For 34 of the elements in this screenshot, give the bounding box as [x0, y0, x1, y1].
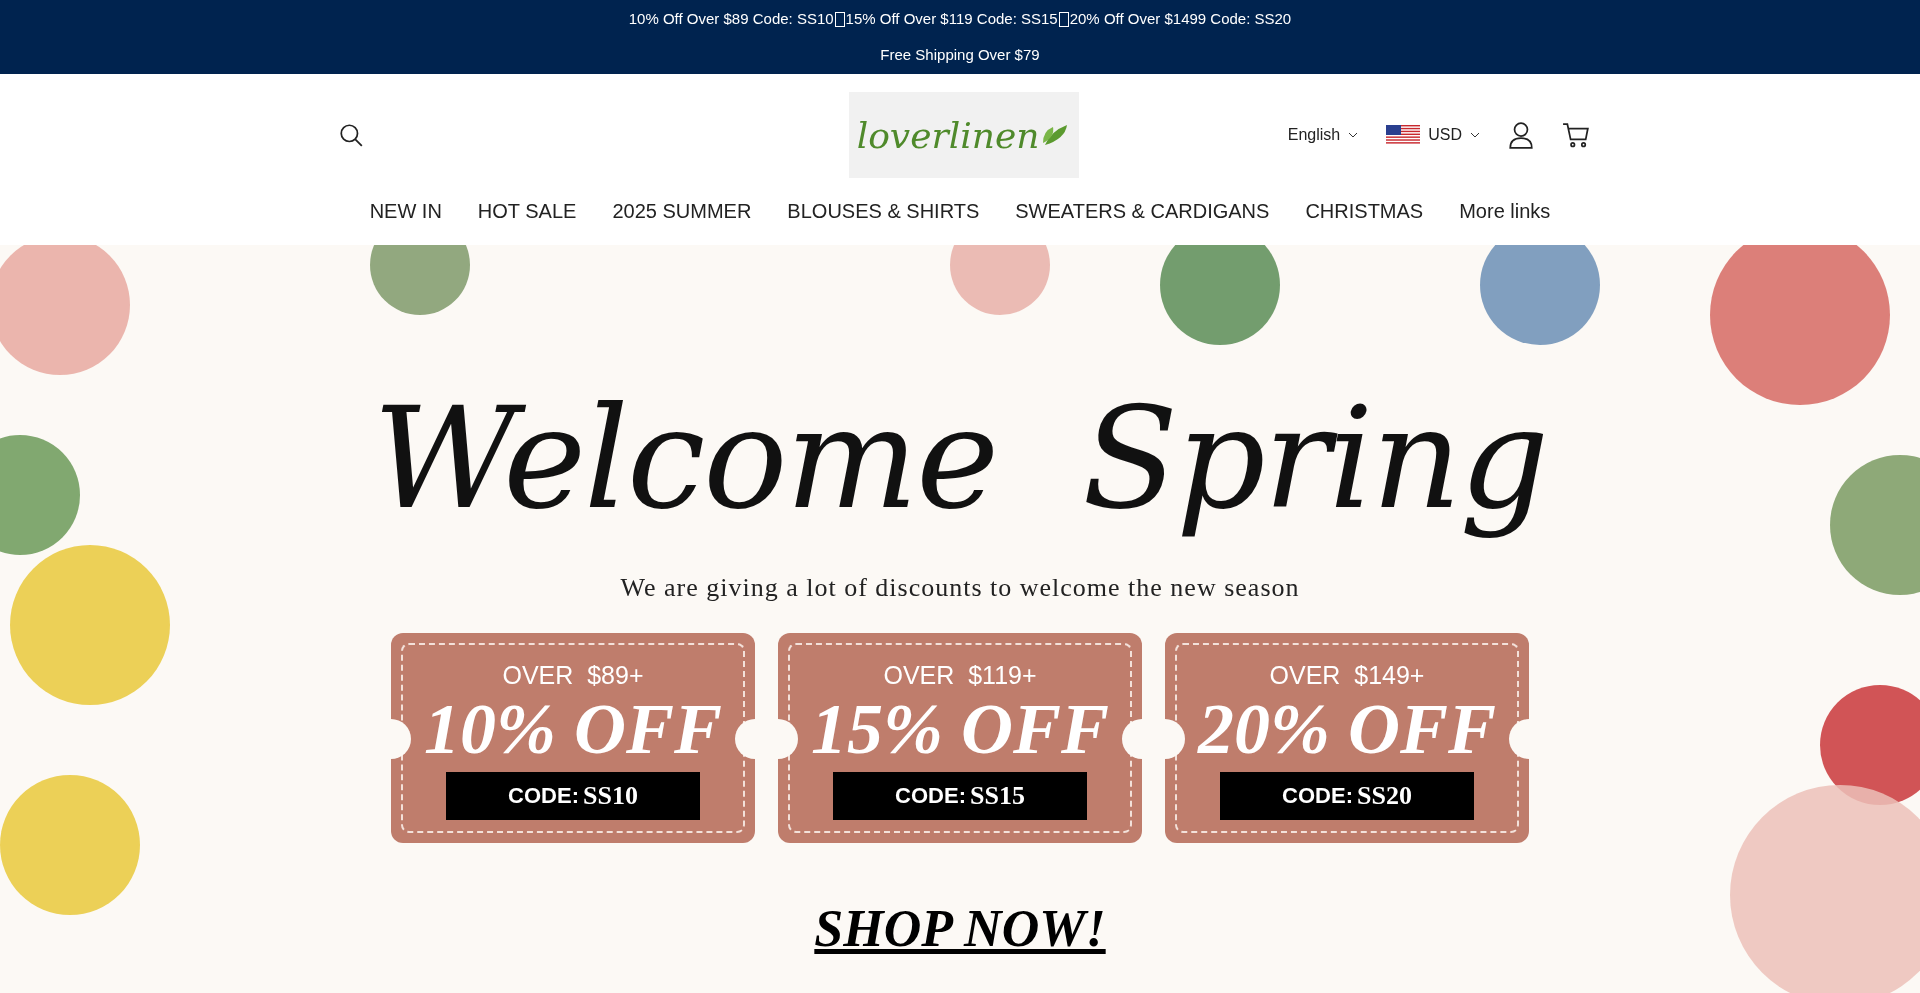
shop-now-link[interactable]: SHOP NOW! — [814, 899, 1106, 958]
chevron-icon — [1470, 132, 1480, 138]
nav-link[interactable]: NEW IN — [369, 200, 442, 223]
coupon-code: CODE:SS10 — [446, 772, 700, 820]
banner-title: Welcome Spring — [372, 376, 1548, 542]
separator-icon — [1058, 11, 1069, 27]
coupon-threshold: OVER $89+ — [502, 661, 644, 690]
nav-link[interactable]: CHRISTMAS — [1305, 200, 1424, 223]
flag-icon — [1386, 125, 1421, 145]
coupon-threshold: OVER $149+ — [1269, 661, 1425, 690]
coupon-threshold: OVER $119+ — [883, 661, 1037, 690]
account-icon[interactable] — [1508, 121, 1534, 149]
chevron-icon — [1348, 132, 1359, 138]
language-selector[interactable]: English — [1287, 126, 1359, 144]
cart-icon[interactable] — [1562, 122, 1590, 148]
nav-link[interactable]: More links — [1459, 200, 1551, 223]
banner-subtitle: We are giving a lot of discounts to welcome the new season — [620, 573, 1300, 603]
nav-link[interactable]: SWEATERS & CARDIGANS — [1015, 200, 1270, 223]
coupon-discount: 10% OFF — [424, 690, 722, 768]
currency-selector[interactable]: USD — [1386, 125, 1480, 145]
search-icon[interactable] — [338, 122, 364, 148]
coupon-code: CODE:SS15 — [833, 772, 1087, 820]
announcement-text: 20% Off Over $1499 Code: SS20 — [1069, 9, 1292, 29]
nav-link[interactable]: BLOUSES & SHIRTS — [787, 200, 980, 223]
announcement-text: 15% Off Over $119 Code: SS15 — [845, 9, 1058, 29]
announcement-text: 10% Off Over $89 Code: SS10 — [628, 9, 834, 29]
nav-link[interactable]: 2025 SUMMER — [612, 200, 752, 223]
coupon-discount: 20% OFF — [1198, 690, 1496, 768]
announcement-text: Free Shipping Over $79 — [880, 45, 1040, 65]
coupon-discount: 15% OFF — [811, 690, 1109, 768]
logo[interactable]: loverlinen — [849, 92, 1079, 178]
separator-icon — [834, 11, 845, 27]
coupon-code: CODE:SS20 — [1220, 772, 1474, 820]
nav-link[interactable]: HOT SALE — [477, 200, 577, 223]
